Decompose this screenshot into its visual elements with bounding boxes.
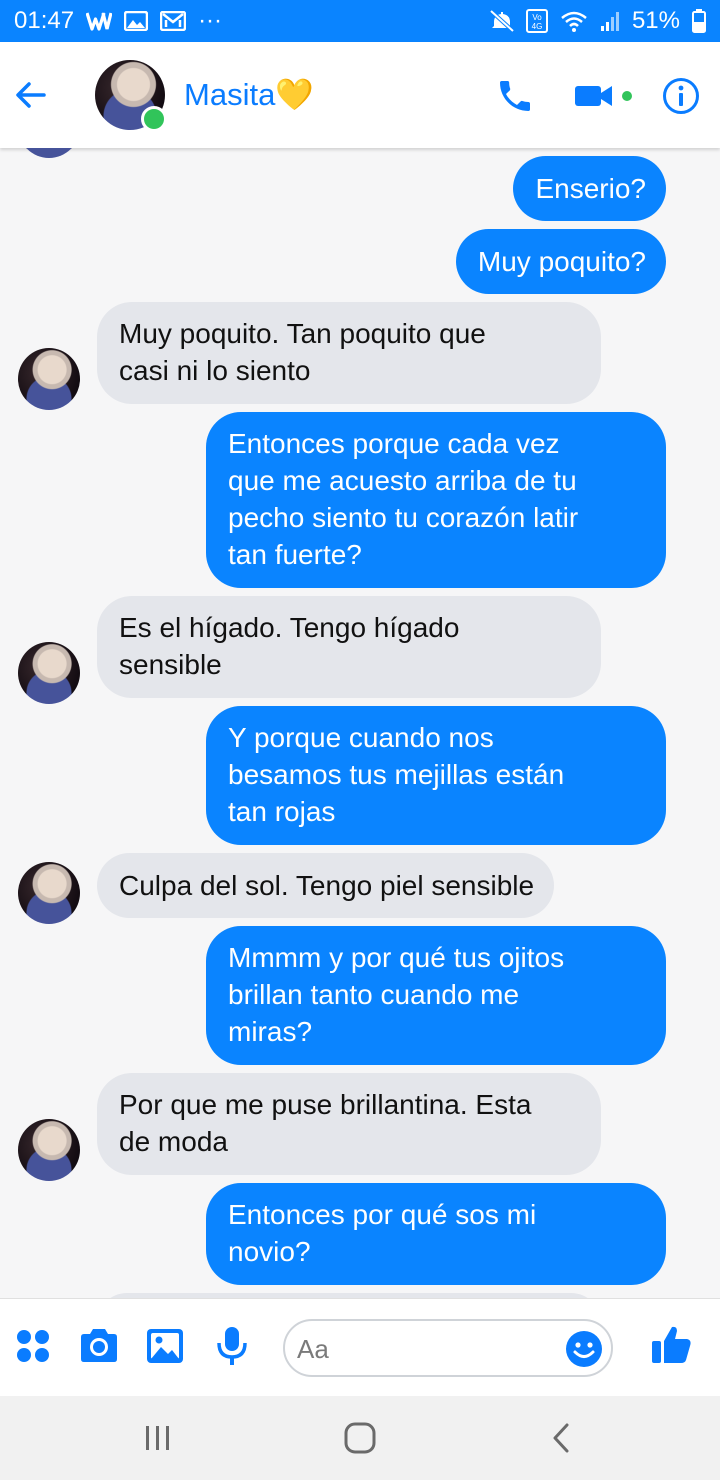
gallery-icon[interactable] xyxy=(144,1325,186,1367)
message-avatar xyxy=(18,1119,80,1181)
recent-apps-icon[interactable] xyxy=(138,1422,178,1454)
camera-icon[interactable] xyxy=(78,1325,120,1367)
phone-icon[interactable] xyxy=(495,76,535,116)
received-message[interactable]: Muy poquito. Tan poquito que casi ni lo … xyxy=(97,302,601,404)
svg-text:4G: 4G xyxy=(532,22,543,31)
volte-icon: Vo 4G xyxy=(525,9,548,33)
message-avatar xyxy=(18,148,80,158)
sent-message[interactable]: Muy poquito? xyxy=(455,229,666,294)
contact-name[interactable]: Masita💛 xyxy=(184,76,314,113)
contact-avatar[interactable] xyxy=(95,60,167,132)
wifi-icon xyxy=(560,10,588,32)
mute-icon xyxy=(489,10,514,32)
status-more-dots: ··· xyxy=(198,7,223,34)
mail-icon xyxy=(160,11,187,31)
message-input-field[interactable] xyxy=(283,1319,613,1377)
w-app-icon xyxy=(86,11,113,31)
message-avatar xyxy=(18,862,80,924)
message-input[interactable] xyxy=(295,1331,559,1367)
back-arrow-icon[interactable] xyxy=(14,78,48,112)
conversation-header: Masita💛 xyxy=(0,42,720,148)
sent-message[interactable]: Entonces por qué sos mi novio? xyxy=(206,1183,666,1285)
thumbs-up-icon[interactable] xyxy=(650,1323,692,1365)
message-composer xyxy=(0,1298,720,1396)
received-message[interactable]: Por que me puse brillantina. Esta de mod… xyxy=(97,1073,601,1175)
sent-message[interactable]: Y porque cuando nos besamos tus mejillas… xyxy=(206,706,666,845)
sent-message[interactable]: Mmmm y por qué tus ojitos brillan tanto … xyxy=(206,926,666,1065)
status-time: 01:47 xyxy=(14,7,75,34)
info-icon[interactable] xyxy=(662,77,700,115)
emoji-icon[interactable] xyxy=(565,1330,603,1368)
svg-text:Vo: Vo xyxy=(532,13,542,22)
message-avatar xyxy=(18,642,80,704)
received-message[interactable]: Es el hígado. Tengo hígado sensible xyxy=(97,596,601,698)
video-active-dot xyxy=(622,91,632,101)
sent-message[interactable]: Enserio? xyxy=(513,156,666,221)
online-status-dot xyxy=(141,106,167,132)
received-message[interactable]: Culpa del sol. Tengo piel sensible xyxy=(97,853,555,918)
system-nav-bar xyxy=(0,1396,720,1480)
image-icon xyxy=(124,11,149,31)
battery-percent: 51% xyxy=(631,7,680,34)
sent-message[interactable]: Entonces porque cada vez que me acuesto … xyxy=(206,412,666,588)
message-list[interactable]: Enserio? Muy poquito? Muy poquito. Tan p… xyxy=(0,148,720,1298)
back-icon[interactable] xyxy=(542,1422,582,1454)
apps-grid-icon[interactable] xyxy=(14,1325,56,1367)
status-bar: 01:47 ··· Vo 4G 51% xyxy=(0,0,720,42)
home-icon[interactable] xyxy=(340,1422,380,1454)
microphone-icon[interactable] xyxy=(212,1325,254,1367)
message-avatar xyxy=(18,348,80,410)
battery-icon xyxy=(692,9,706,33)
video-camera-icon[interactable] xyxy=(574,80,614,112)
signal-icon xyxy=(600,10,620,32)
